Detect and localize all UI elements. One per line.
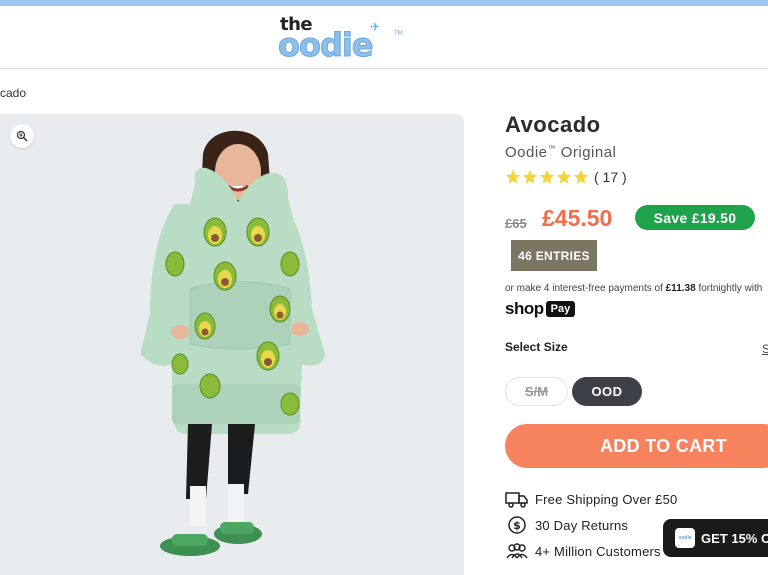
shop-pay-pay-text: Pay: [545, 301, 576, 317]
shop-pay-logo[interactable]: shop Pay: [505, 299, 576, 319]
oodie-app-icon: oodie: [675, 528, 695, 548]
rating-stars[interactable]: ( 17 ): [505, 169, 627, 185]
feature-customers: 4+ Million Customers: [505, 541, 661, 561]
subtitle-trademark: ™: [547, 144, 557, 153]
brand-logo[interactable]: the oodie ✈ TM: [270, 14, 403, 65]
star-icon: [522, 169, 538, 184]
dollar-return-icon: $: [508, 516, 526, 534]
save-badge: Save £19.50: [635, 205, 755, 230]
size-option-ood[interactable]: OOD: [572, 377, 642, 406]
select-size-label: Select Size: [505, 340, 568, 354]
feature-label: 4+ Million Customers: [535, 543, 661, 559]
plane-icon: ✈: [370, 20, 381, 34]
add-to-cart-button[interactable]: ADD TO CART: [505, 424, 768, 468]
feature-free-shipping: Free Shipping Over £50: [505, 489, 677, 509]
promo-label: GET 15% O: [701, 530, 768, 546]
compare-at-price: £65: [505, 216, 527, 231]
installments-amount: £11.38: [665, 283, 696, 294]
truck-icon: [505, 492, 528, 508]
discount-popup-button[interactable]: oodie GET 15% O: [663, 519, 768, 557]
logo-oodie-text: oodie: [278, 26, 375, 65]
subtitle-brand: Oodie: [505, 144, 548, 161]
product-image[interactable]: [0, 114, 464, 575]
star-icon: [539, 169, 555, 184]
star-icon: [505, 169, 521, 184]
product-subtitle: Oodie™ Original: [505, 144, 616, 161]
feature-label: 30 Day Returns: [535, 517, 629, 533]
star-icon: [556, 169, 572, 184]
sale-price: £45.50: [542, 205, 613, 231]
people-icon: [506, 543, 528, 559]
installments-text: or make 4 interest-free payments of £11.…: [505, 283, 762, 294]
size-guide-link[interactable]: S: [762, 342, 768, 356]
installments-suffix: fortnightly with: [695, 283, 763, 294]
installments-prefix: or make 4 interest-free payments of: [505, 283, 666, 294]
review-count[interactable]: ( 17 ): [594, 169, 627, 185]
logo-trademark: TM: [394, 30, 403, 37]
size-option-sm[interactable]: S/M: [505, 377, 568, 406]
breadcrumb[interactable]: cado: [0, 86, 26, 100]
feature-label: Free Shipping Over £50: [535, 491, 678, 507]
svg-text:$: $: [513, 519, 521, 532]
shop-pay-shop-text: shop: [505, 299, 544, 318]
product-title: Avocado: [505, 112, 601, 137]
model-wearing-avocado-oodie: [140, 130, 325, 556]
star-icon: [573, 169, 589, 184]
subtitle-suffix: Original: [556, 144, 617, 161]
entries-badge: 46 ENTRIES: [511, 240, 597, 271]
site-header: the oodie ✈ TM: [0, 6, 768, 69]
feature-returns: $ 30 Day Returns: [505, 515, 628, 535]
